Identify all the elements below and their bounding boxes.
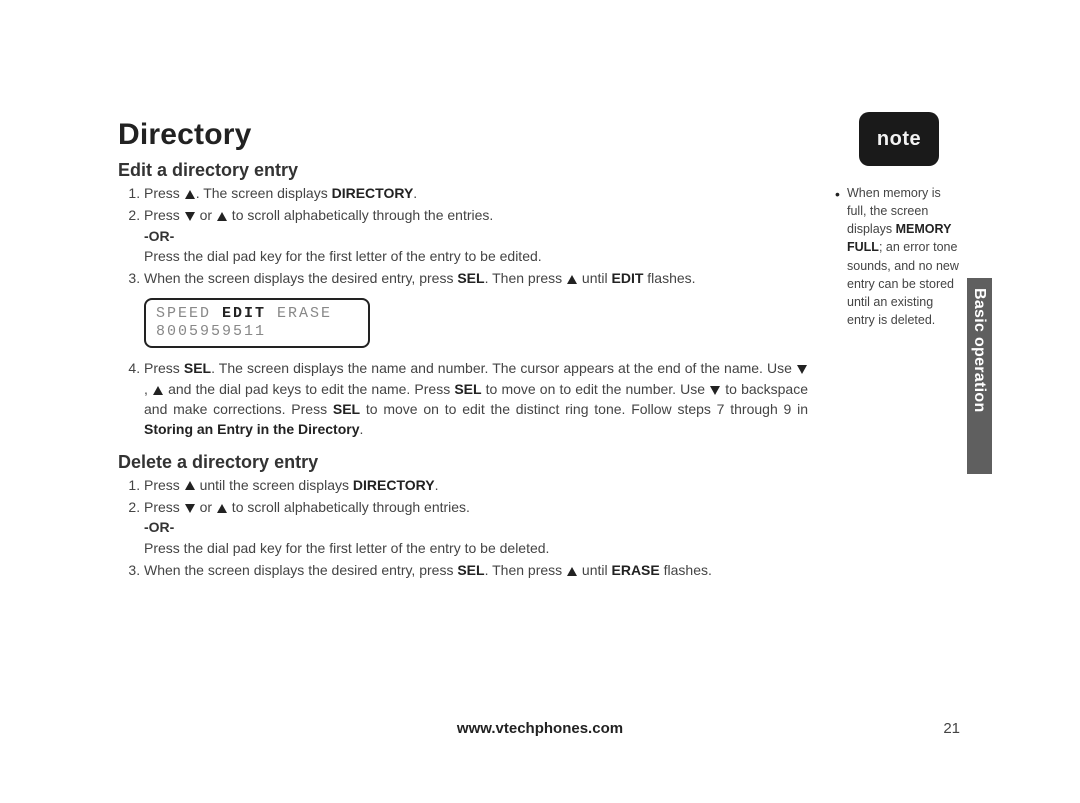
bullet-icon: • — [835, 184, 840, 204]
down-arrow-icon — [185, 212, 195, 221]
page-title: Directory — [118, 118, 808, 152]
edit-steps: Press . The screen displays DIRECTORY. P… — [130, 183, 808, 288]
lcd-screen: SPEED EDIT ERASE 8005959511 — [144, 298, 370, 348]
section-tab-label: Basic operation — [970, 288, 988, 468]
up-arrow-icon — [185, 190, 195, 199]
note-bullet: • When memory is full, the screen displa… — [835, 184, 963, 329]
delete-step-1: Press until the screen displays DIRECTOR… — [144, 475, 808, 495]
delete-step-2: Press or to scroll alphabetically throug… — [144, 497, 808, 558]
up-arrow-icon — [153, 386, 163, 395]
page-content: Directory Edit a directory entry Press .… — [118, 118, 808, 582]
edit-step-3: When the screen displays the desired ent… — [144, 268, 808, 288]
up-arrow-icon — [567, 275, 577, 284]
or-label: -OR- — [144, 519, 174, 535]
edit-heading: Edit a directory entry — [118, 160, 808, 181]
footer-url: www.vtechphones.com — [0, 720, 1080, 737]
up-arrow-icon — [567, 567, 577, 576]
edit-step-2: Press or to scroll alphabetically throug… — [144, 205, 808, 266]
edit-step-1: Press . The screen displays DIRECTORY. — [144, 183, 808, 203]
delete-step-3: When the screen displays the desired ent… — [144, 560, 808, 580]
note-label: note — [877, 128, 921, 151]
lcd-line-2: 8005959511 — [156, 323, 358, 342]
edit-steps-cont: Press SEL. The screen displays the name … — [130, 358, 808, 439]
section-tab: Basic operation — [967, 278, 992, 474]
up-arrow-icon — [217, 504, 227, 513]
or-label: -OR- — [144, 228, 174, 244]
page-number: 21 — [943, 720, 960, 737]
up-arrow-icon — [217, 212, 227, 221]
down-arrow-icon — [797, 365, 807, 374]
note-column: note • When memory is full, the screen d… — [835, 112, 963, 329]
edit-step-4: Press SEL. The screen displays the name … — [144, 358, 808, 439]
delete-steps: Press until the screen displays DIRECTOR… — [130, 475, 808, 580]
down-arrow-icon — [710, 386, 720, 395]
up-arrow-icon — [185, 481, 195, 490]
down-arrow-icon — [185, 504, 195, 513]
delete-heading: Delete a directory entry — [118, 452, 808, 473]
note-label-box: note — [859, 112, 939, 166]
lcd-line-1: SPEED EDIT ERASE — [156, 305, 358, 324]
